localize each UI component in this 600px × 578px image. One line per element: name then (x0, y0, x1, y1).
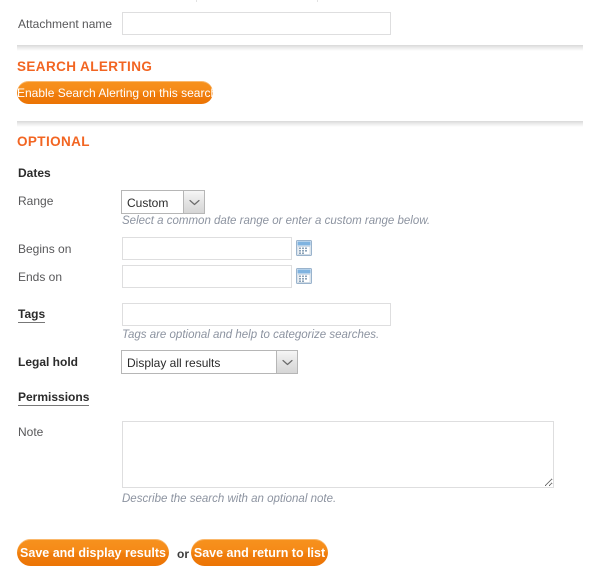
legal-hold-select[interactable]: Display all results (121, 350, 298, 374)
attachment-name-label: Attachment name (18, 17, 113, 31)
begins-on-label: Begins on (18, 242, 72, 256)
attachment-name-input[interactable] (122, 12, 391, 35)
section-divider-optional (17, 121, 583, 127)
range-label: Range (18, 194, 54, 208)
permissions-label: Permissions (18, 390, 90, 406)
chevron-down-icon (276, 351, 297, 373)
clipped-previous-field (196, 0, 318, 2)
section-divider-search-alerting (17, 45, 583, 51)
note-label: Note (18, 425, 44, 439)
tags-label: Tags (18, 307, 46, 323)
range-select[interactable]: Custom (121, 190, 205, 214)
save-and-return-to-list-button[interactable]: Save and return to list (191, 539, 328, 566)
section-heading-search-alerting: SEARCH ALERTING (17, 59, 153, 74)
calendar-icon-begins-on[interactable] (296, 240, 312, 256)
calendar-icon-ends-on[interactable] (296, 268, 312, 284)
ends-on-input[interactable] (122, 265, 292, 288)
begins-on-input[interactable] (122, 237, 292, 260)
chevron-down-icon (183, 191, 204, 213)
legal-hold-label: Legal hold (18, 355, 78, 369)
saved-search-form-page: Attachment name SEARCH ALERTING Enable S… (0, 0, 600, 578)
save-and-display-results-button[interactable]: Save and display results (17, 539, 169, 566)
range-hint: Select a common date range or enter a cu… (122, 215, 431, 227)
ends-on-label: Ends on (18, 270, 63, 284)
button-separator-or: or (177, 547, 189, 561)
tags-hint: Tags are optional and help to categorize… (122, 329, 380, 341)
section-heading-optional: OPTIONAL (17, 134, 90, 149)
note-hint: Describe the search with an optional not… (122, 493, 337, 505)
enable-search-alerting-button[interactable]: Enable Search Alerting on this search (17, 81, 217, 104)
tags-input[interactable] (122, 303, 391, 326)
subheading-dates: Dates (18, 166, 51, 180)
legal-hold-select-value: Display all results (127, 356, 221, 370)
range-select-value: Custom (127, 196, 169, 210)
note-textarea[interactable] (122, 421, 554, 488)
